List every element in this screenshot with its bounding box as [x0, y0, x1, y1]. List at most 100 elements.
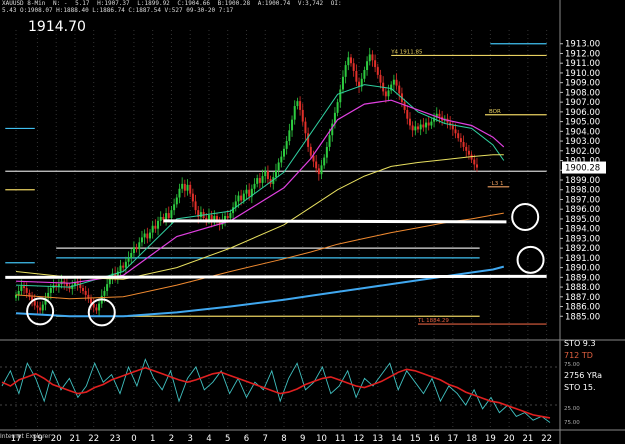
- candle-body: [258, 178, 261, 183]
- x-tick-label: 19: [485, 434, 496, 444]
- x-tick-label: 7: [263, 434, 268, 444]
- candle-body: [17, 290, 20, 295]
- candle-body: [186, 184, 189, 191]
- candle-body: [355, 70, 358, 82]
- candle-body: [304, 121, 307, 134]
- y-tick-label: 1899.00: [565, 176, 600, 186]
- y-tick-label: 1903.00: [565, 137, 600, 147]
- y-tick-label: 1909.00: [565, 79, 600, 89]
- candle-body: [454, 129, 457, 134]
- x-tick-label: 0: [131, 434, 136, 444]
- y-tick-label: 1910.00: [565, 69, 600, 79]
- candle-body: [301, 109, 304, 122]
- candle-body: [157, 220, 160, 229]
- candle-body: [132, 247, 135, 253]
- x-tick-label: 14: [391, 434, 402, 444]
- y-tick-label: 1890.00: [565, 264, 600, 274]
- y-tick-label: 1906.00: [565, 108, 600, 118]
- candle-body: [320, 165, 323, 175]
- high-label: H:1907.37: [97, 0, 130, 7]
- candle-body: [371, 54, 374, 61]
- symbol-label: XAUUSD 8-Min: [2, 0, 46, 7]
- candle-body: [127, 257, 130, 262]
- volume-label: V:3,742: [297, 0, 324, 7]
- candle-body: [151, 225, 154, 233]
- x-tick-label: 9: [300, 434, 305, 444]
- y-tick-label: 1902.00: [565, 147, 600, 157]
- x-tick-label: 10: [316, 434, 327, 444]
- y-tick-label: 1893.00: [565, 234, 600, 244]
- y-tick-label: 1887.00: [565, 293, 600, 303]
- level-label: TL 1884.29: [417, 318, 449, 324]
- candle-body: [462, 142, 465, 147]
- candle-body: [226, 216, 229, 218]
- level-label: BOR: [489, 109, 501, 115]
- browser-label: Internet Explorer: [0, 433, 51, 440]
- candle-body: [325, 146, 328, 158]
- level-label: Y4 1911.85: [390, 49, 423, 55]
- candle-body: [347, 57, 350, 66]
- candle-body: [414, 126, 417, 131]
- y-tick-label: 1905.00: [565, 118, 600, 128]
- candle-body: [350, 57, 352, 64]
- y-tick-label: 1894.00: [565, 225, 600, 235]
- candle-body: [328, 135, 331, 147]
- candle-body: [299, 101, 302, 110]
- candle-body: [98, 303, 101, 311]
- candle-body: [406, 109, 409, 119]
- stochastic-label: STO 9.3: [564, 339, 596, 348]
- candle-body: [240, 195, 243, 201]
- oi-label: OI:: [330, 0, 342, 7]
- x-tick-label: 2: [169, 434, 174, 444]
- x-tick-label: 6: [244, 434, 249, 444]
- candle-body: [20, 286, 23, 291]
- y-tick-label: 1898.00: [565, 186, 600, 196]
- candle-body: [419, 124, 422, 130]
- candle-body: [408, 118, 411, 126]
- y-tick-label: 1913.00: [565, 40, 600, 50]
- candle-body: [323, 157, 326, 166]
- candle-body: [366, 61, 369, 71]
- candle-body: [245, 189, 248, 194]
- close-label: C:1904.66: [177, 0, 210, 7]
- candle-body: [261, 176, 264, 183]
- candle-body: [95, 307, 98, 311]
- y-tick-label: 1886.00: [565, 303, 600, 313]
- candle-body: [124, 261, 127, 268]
- x-tick-label: 22: [88, 434, 99, 444]
- y-tick-label: 1889.00: [565, 273, 600, 283]
- candle-body: [191, 193, 194, 202]
- candle-body: [41, 304, 44, 311]
- x-tick-label: 20: [51, 434, 62, 444]
- drawn-trendline: [5, 274, 547, 279]
- candle-body: [438, 113, 441, 117]
- candle-body: [274, 170, 277, 178]
- candle-body: [143, 233, 146, 238]
- candle-body: [315, 161, 318, 169]
- candle-body: [256, 178, 259, 184]
- stochastic-label: 75.00: [564, 362, 580, 368]
- last-price-label: 1900.28: [565, 164, 600, 174]
- y-tick-label: 1904.00: [565, 127, 600, 137]
- x-tick-label: 11: [335, 434, 346, 444]
- current-price-display: 1914.70: [28, 19, 86, 35]
- candle-body: [339, 89, 342, 103]
- x-tick-label: 18: [466, 434, 477, 444]
- candle-body: [199, 212, 202, 217]
- level-label: L3 1: [492, 181, 504, 187]
- candle-body: [352, 63, 355, 71]
- candle-body: [49, 288, 52, 293]
- candle-body: [36, 305, 39, 308]
- candle-body: [33, 300, 36, 306]
- stochastic-label: 75.00: [564, 420, 580, 426]
- candle-body: [293, 106, 296, 120]
- candle-body: [178, 188, 181, 198]
- chart-header: XAUUSD 8-Min N: - 5.17 H:1907.37 L:1899.…: [2, 0, 346, 14]
- candle-body: [146, 233, 149, 239]
- candle-body: [395, 79, 398, 86]
- y-tick-label: 1896.00: [565, 205, 600, 215]
- candle-body: [207, 215, 210, 220]
- candle-body: [138, 242, 141, 250]
- low-label: L:1899.92: [137, 0, 170, 7]
- candle-body: [277, 162, 280, 171]
